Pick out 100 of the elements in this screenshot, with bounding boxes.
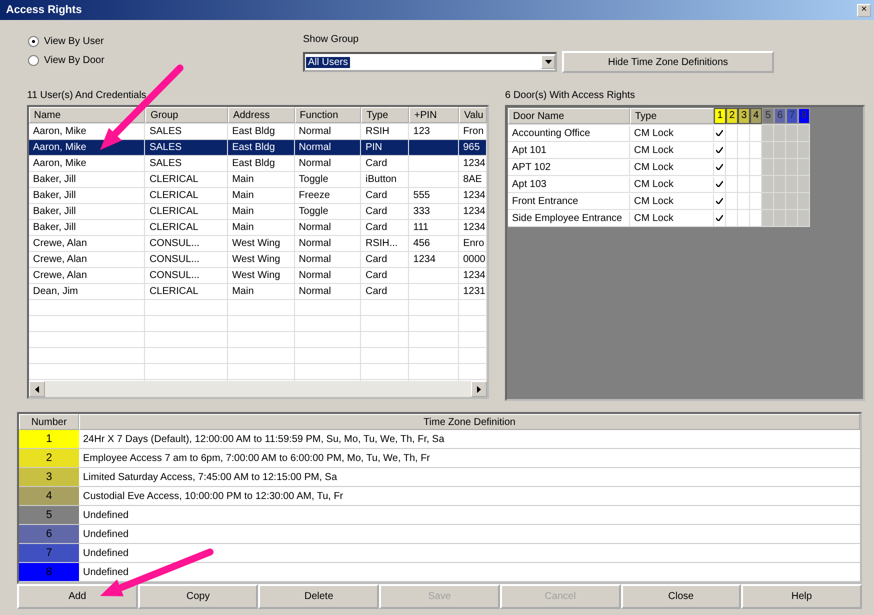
zone-check-cell[interactable] [714,176,726,192]
column-header[interactable]: Type [630,108,714,124]
hide-time-zones-button[interactable]: Hide Time Zone Definitions [562,51,774,73]
action-button[interactable]: Copy [138,584,258,609]
users-heading: 11 User(s) And Credentials [27,90,148,101]
table-cell: 8AE [463,174,482,185]
column-header[interactable]: Type [361,107,410,123]
table-cell: Baker, Jill [33,174,76,185]
zone-check-cell[interactable] [798,159,810,175]
zone-check-cell[interactable] [774,210,786,226]
zone-check-cell[interactable] [774,176,786,192]
group-dropdown[interactable]: All Users [303,52,557,72]
zone-check-cell[interactable] [714,193,726,209]
zone-check-cell[interactable] [786,142,798,158]
user-row[interactable]: Baker, Jill CLERICAL Main Toggle Card 333 1234 [29,204,487,220]
table-cell: 555 [413,190,430,201]
table-cell: Card [365,206,388,217]
zone-number: 5 [19,506,79,524]
table-cell: 965 [463,142,480,153]
zone-definition: Undefined [83,510,129,520]
zone-check-cell[interactable] [714,142,726,158]
scroll-left-icon[interactable] [29,381,45,397]
radio-button[interactable] [28,55,39,66]
table-cell: Card [365,158,388,169]
table-cell: Normal [298,126,332,137]
check-icon [716,164,723,170]
table-cell: Dean, Jim [33,286,78,297]
table-cell: CM Lock [634,162,674,172]
column-header[interactable]: +PIN [409,107,460,123]
action-button[interactable]: Add [17,584,138,609]
check-icon [716,181,723,187]
table-cell: East Bldg [232,142,275,153]
zone-check-cell[interactable] [774,142,786,158]
user-row[interactable]: Crewe, Alan CONSUL... West Wing Normal RSIH... 456 Enro [29,236,487,252]
zone-check-cell[interactable] [774,159,786,175]
zone-check-cell[interactable] [798,176,810,192]
radio-option[interactable]: View By User [28,36,104,47]
column-header[interactable]: Door Name [508,108,630,124]
zone-check-cell[interactable] [714,210,726,226]
user-row[interactable]: Crewe, Alan CONSUL... West Wing Normal Card 1234 0000 [29,252,487,268]
table-cell: 1231 [463,286,486,297]
zone-header: 1 [714,108,726,124]
zone-check-cell[interactable] [762,159,774,175]
radio-button[interactable] [28,36,39,47]
user-row[interactable]: Crewe, Alan CONSUL... West Wing Normal Card 1234 [29,268,487,284]
zone-check-cell[interactable] [786,193,798,209]
user-row[interactable]: Aaron, Mike SALES East Bldg Normal PIN 965 [29,140,487,156]
table-cell: Toggle [298,174,328,185]
user-row[interactable]: Dean, Jim CLERICAL Main Normal Card 1231 [29,284,487,300]
zone-definition: Undefined [83,548,129,558]
table-cell: CLERICAL [149,174,198,185]
user-row[interactable]: Baker, Jill CLERICAL Main Normal Card 111 1234 [29,220,487,236]
user-row[interactable]: Aaron, Mike SALES East Bldg Normal Card 1234 [29,156,487,172]
zone-check-cell[interactable] [762,142,774,158]
zone-check-cell[interactable] [786,159,798,175]
zone-number: 7 [19,544,79,562]
column-header[interactable]: Valu [459,107,487,123]
zone-header: 6 [774,108,786,124]
action-button[interactable]: Close [620,584,742,609]
close-button[interactable]: × [857,4,871,16]
zone-check-cell[interactable] [762,125,774,141]
scroll-right-icon[interactable] [471,381,487,397]
zone-check-cell[interactable] [714,159,726,175]
table-cell: West Wing [232,254,280,265]
column-header[interactable]: Group [145,107,228,123]
table-cell: 456 [413,238,430,249]
zone-definition: 24Hr X 7 Days (Default), 12:00:00 AM to 11:59:59 PM, Su, Mo, Tu, We, Th, Fr, Sa [83,434,444,444]
table-cell: Main [232,190,254,201]
table-cell: Main [232,174,254,185]
zone-definition: Undefined [83,528,129,540]
table-cell: APT 102 [512,162,551,172]
zone-check-cell[interactable] [714,125,726,141]
user-row[interactable]: Baker, Jill CLERICAL Main Toggle iButton 8AE [29,172,487,188]
table-cell: Card [365,270,388,281]
check-icon [716,215,723,221]
column-header[interactable]: Address [228,107,295,123]
column-header[interactable]: Name [29,107,146,123]
table-cell: Card [365,286,388,297]
zone-check-cell[interactable] [774,125,786,141]
table-cell: SALES [149,142,182,153]
zone-check-cell[interactable] [786,125,798,141]
action-button[interactable]: Delete [258,584,380,609]
table-cell: Toggle [298,206,328,217]
zone-check-cell[interactable] [762,210,774,226]
radio-option[interactable]: View By Door [28,55,104,66]
radio-label: View By Door [44,55,104,66]
zone-check-cell[interactable] [798,125,810,141]
zone-check-cell[interactable] [786,176,798,192]
zone-check-cell[interactable] [762,193,774,209]
user-row[interactable]: Baker, Jill CLERICAL Main Freeze Card 555 1234 [29,188,487,204]
zone-check-cell[interactable] [798,142,810,158]
column-header[interactable]: Function [294,107,362,123]
zone-check-cell[interactable] [762,176,774,192]
action-button[interactable]: Help [741,584,862,609]
table-cell: 123 [413,126,430,137]
zone-check-cell[interactable] [786,210,798,226]
zone-check-cell[interactable] [798,210,810,226]
doors-heading: 6 Door(s) With Access Rights [505,90,636,101]
zone-check-cell[interactable] [798,193,810,209]
zone-check-cell[interactable] [774,193,786,209]
